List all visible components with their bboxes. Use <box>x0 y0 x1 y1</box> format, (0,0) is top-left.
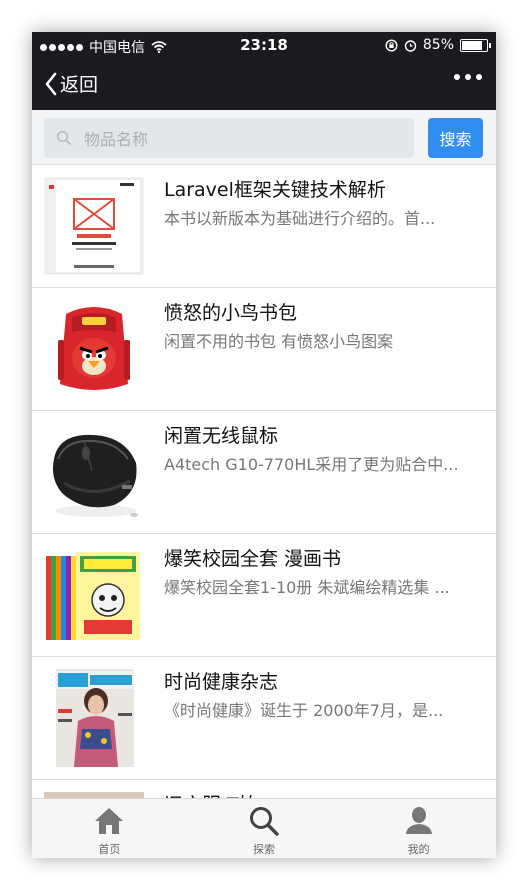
list-item[interactable]: 爆笑校园全套 漫画书 爆笑校园全套1-10册 朱斌编绘精选集 ... <box>32 534 496 657</box>
list-item[interactable]: Laravel框架关键技术解析 本书以新版本为基础进行介绍的。首... <box>32 165 496 288</box>
tab-home[interactable]: 首页 <box>32 799 187 858</box>
laravel-book-thumbnail <box>44 177 144 275</box>
search-bar: 搜索 <box>32 110 496 165</box>
tab-label: 首页 <box>98 843 121 856</box>
item-description: A4tech G10-770HL采用了更为贴合中... <box>164 455 459 474</box>
home-icon <box>95 808 124 834</box>
nav-bar: 返回 <box>32 58 496 110</box>
list-item[interactable]: 愤怒的小鸟书包 闲置不用的书包 有愤怒小鸟图案 <box>32 288 496 411</box>
phone-screen: 中国电信 23:18 85% 返回 物品名称 搜索 Laravel框架关键技术解… <box>32 32 496 858</box>
item-title: 闲置无线鼠标 <box>164 425 279 447</box>
item-description: 闲置不用的书包 有愤怒小鸟图案 <box>164 332 394 351</box>
search-box[interactable] <box>44 118 414 158</box>
item-list: Laravel框架关键技术解析 本书以新版本为基础进行介绍的。首... 愤怒的小… <box>32 165 496 858</box>
tab-label: 我的 <box>407 843 430 856</box>
more-dot <box>465 74 471 80</box>
magazine-cover-thumbnail <box>44 669 144 767</box>
tab-label: 探索 <box>253 843 275 856</box>
rotation-lock-icon <box>385 38 398 52</box>
more-dot <box>454 74 460 80</box>
list-item[interactable]: 时尚健康杂志 《时尚健康》诞生于 2000年7月，是... <box>32 657 496 780</box>
tab-profile[interactable]: 我的 <box>341 799 496 858</box>
angry-birds-backpack-thumbnail <box>44 300 144 398</box>
battery-level <box>462 40 483 50</box>
more-button[interactable] <box>454 74 482 80</box>
search-icon <box>56 130 71 145</box>
item-title: 时尚健康杂志 <box>164 671 279 693</box>
back-button[interactable]: 返回 <box>44 70 98 97</box>
search-icon <box>250 807 279 836</box>
status-bar: 中国电信 23:18 85% <box>32 32 496 58</box>
tab-explore[interactable]: 探索 <box>187 799 342 858</box>
more-dot <box>476 74 482 80</box>
item-title: Laravel框架关键技术解析 <box>164 179 386 201</box>
item-description: 《时尚健康》诞生于 2000年7月，是... <box>164 701 444 720</box>
chevron-left-icon <box>45 72 57 95</box>
back-label: 返回 <box>60 74 99 96</box>
battery-percent: 85% <box>422 37 454 53</box>
item-description: 爆笑校园全套1-10册 朱斌编绘精选集 ... <box>164 578 450 597</box>
status-right: 85% <box>385 37 491 53</box>
list-item[interactable]: 闲置无线鼠标 A4tech G10-770HL采用了更为贴合中... <box>32 411 496 534</box>
item-title: 爆笑校园全套 漫画书 <box>164 548 342 570</box>
search-input[interactable] <box>82 122 406 156</box>
search-button[interactable]: 搜索 <box>428 118 483 158</box>
wireless-mouse-thumbnail <box>44 423 144 521</box>
tab-bar: 首页 探索 我的 <box>32 798 496 858</box>
battery-icon <box>460 38 491 52</box>
user-icon <box>405 807 432 834</box>
item-description: 本书以新版本为基础进行介绍的。首... <box>164 209 436 228</box>
alarm-icon <box>404 39 417 52</box>
item-title: 愤怒的小鸟书包 <box>164 302 298 324</box>
comic-books-thumbnail <box>44 546 144 644</box>
